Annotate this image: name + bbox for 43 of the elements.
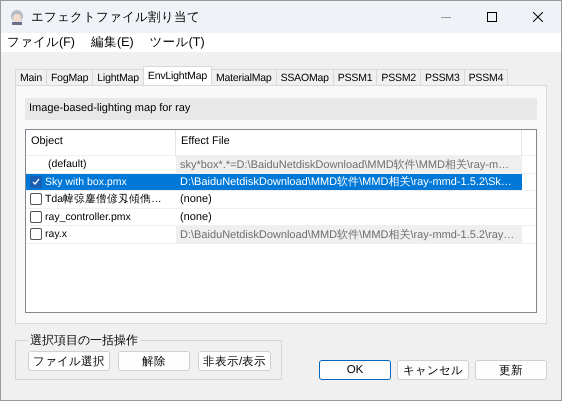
effect-file-cell-text: (none) — [179, 192, 213, 208]
checkbox[interactable] — [30, 176, 42, 188]
object-cell[interactable]: ray_controller.pmx — [26, 208, 176, 225]
tab[interactable]: MaterialMap — [211, 69, 277, 85]
group-title: 選択項目の一括操作 — [29, 332, 139, 349]
maximize-icon — [487, 12, 497, 22]
tab[interactable]: Main — [15, 69, 47, 85]
bulk-button[interactable]: ファイル選択 — [28, 351, 110, 371]
object-name: ray.x — [45, 228, 67, 240]
effect-file-cell-text: (none) — [179, 210, 213, 225]
dialog-button[interactable]: 更新 — [475, 360, 547, 380]
effect-file-cell: D:\BaiduNetdiskDownload\MMD软件\MMD相关\ray-mmd-1.5.2\Sk… — [176, 174, 522, 190]
effect-file-cell: D:\BaiduNetdiskDownload\MMD软件\MMD相关\ray-mmd-1.5.2\ray… — [176, 226, 522, 242]
checkbox[interactable] — [30, 193, 42, 206]
dialog-button[interactable]: OK — [319, 360, 391, 380]
menu-item[interactable]: 編集(E) — [88, 34, 136, 51]
window-title: エフェクトファイル割り当て — [31, 8, 201, 26]
object-cell[interactable]: (default) — [26, 156, 176, 172]
dialog-button[interactable]: キャンセル — [397, 360, 469, 380]
checkbox[interactable] — [30, 210, 42, 223]
object-name: ray_controller.pmx — [45, 210, 131, 223]
bulk-button[interactable]: 解除 — [118, 351, 190, 371]
minimize-icon — [441, 16, 451, 18]
bulk-button[interactable]: 非表示/表示 — [198, 351, 272, 371]
object-cell[interactable]: ray.x — [26, 226, 176, 242]
tab[interactable]: EnvLightMap — [142, 66, 212, 85]
object-name: (default) — [48, 158, 87, 170]
object-name: Tda幃弶鏖僧偐刄傾儁… — [45, 192, 162, 206]
checkbox[interactable] — [30, 228, 42, 240]
column-header[interactable]: Object — [26, 130, 176, 156]
effect-file-cell: sky*box*.*=D:\BaiduNetdiskDownload\MMD软件\MMD相关\ray-m… — [176, 156, 522, 172]
menu-item[interactable]: ファイル(F) — [5, 34, 77, 51]
object-name: Sky with box.pmx — [45, 176, 127, 188]
tab[interactable]: FogMap — [46, 69, 94, 85]
description-text: Image-based-lighting map for ray — [25, 98, 537, 120]
menu-item[interactable]: ツール(T) — [148, 34, 207, 51]
object-cell[interactable]: Sky with box.pmx — [26, 174, 176, 190]
tab[interactable]: PSSM4 — [464, 69, 508, 85]
tab[interactable]: LightMap — [92, 69, 144, 85]
close-icon — [533, 12, 543, 22]
character-icon — [9, 9, 25, 25]
tab[interactable]: SSAOMap — [276, 69, 334, 85]
object-cell[interactable]: Tda幃弶鏖僧偐刄傾儁… — [26, 191, 176, 208]
